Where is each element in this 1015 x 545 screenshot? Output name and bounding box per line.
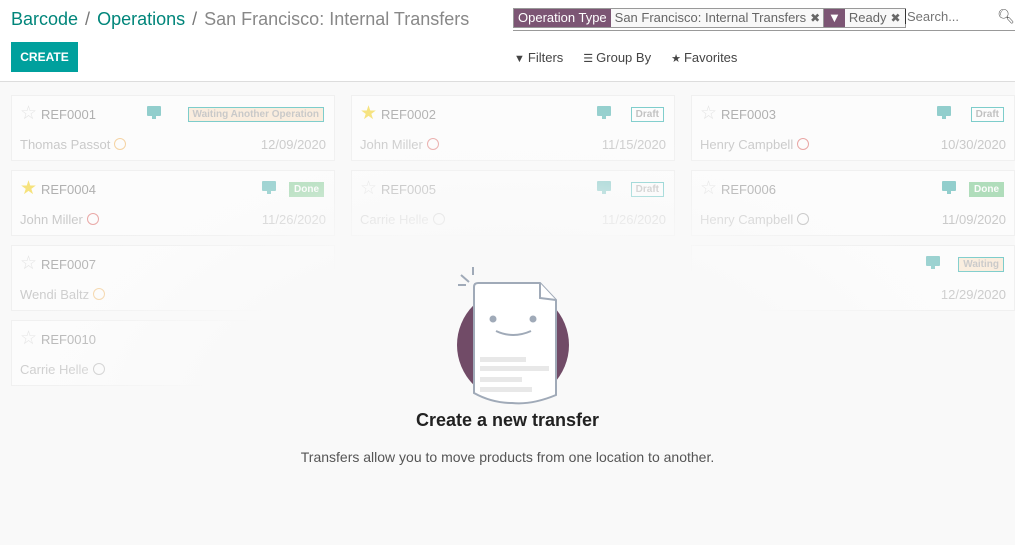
filter-icon: ▼ [514,53,525,65]
control-panel: Barcode / Operations / San Francisco: Intern… [0,0,1015,82]
remove-facet-icon[interactable]: ✖ [890,11,900,25]
search-bar: Operation Type San Francisco: Internal T… [513,8,1015,31]
group-by-button[interactable]: ☰ Group By [583,50,651,65]
favorites-button[interactable]: ★ Favorites [671,50,737,65]
facet-value-text: San Francisco: Internal Transfers [614,10,807,25]
smiling-document-icon [457,267,569,405]
list-icon: ☰ [583,53,594,65]
empty-state-text: Transfers allow you to move products fro… [300,449,715,465]
favorites-label: Favorites [683,50,738,65]
breadcrumb: Barcode / Operations / San Francisco: Intern… [11,9,469,30]
remove-facet-icon[interactable]: ✖ [810,11,820,25]
breadcrumb-current: San Francisco: Internal Transfers [204,9,470,29]
breadcrumb-separator: / [192,9,198,29]
create-button[interactable]: CREATE [11,42,78,72]
search-input[interactable] [905,9,1005,24]
star-icon: ★ [671,53,681,65]
filter-icon: ▼ [824,9,845,27]
filters-button[interactable]: ▼ Filters [514,50,563,65]
breadcrumb-separator: / [85,9,91,29]
facet-operation-type: Operation Type San Francisco: Internal T… [513,8,826,28]
search-options: ▼ Filters ☰ Group By ★ Favorites [514,50,737,65]
facet-label: Operation Type [514,9,611,27]
facet-value-text: Ready [848,10,887,25]
breadcrumb-operations[interactable]: Operations [97,9,185,29]
facet-value: San Francisco: Internal Transfers ✖ [610,9,825,27]
breadcrumb-barcode[interactable]: Barcode [11,9,78,29]
search-icon[interactable]: 🔍︎ [997,8,1015,25]
filters-label: Filters [527,50,564,65]
group-by-label: Group By [596,50,652,65]
facet-filter: ▼ Ready ✖ [823,8,906,28]
empty-state-title: Create a new transfer [415,410,600,430]
facet-value: Ready ✖ [844,9,905,27]
